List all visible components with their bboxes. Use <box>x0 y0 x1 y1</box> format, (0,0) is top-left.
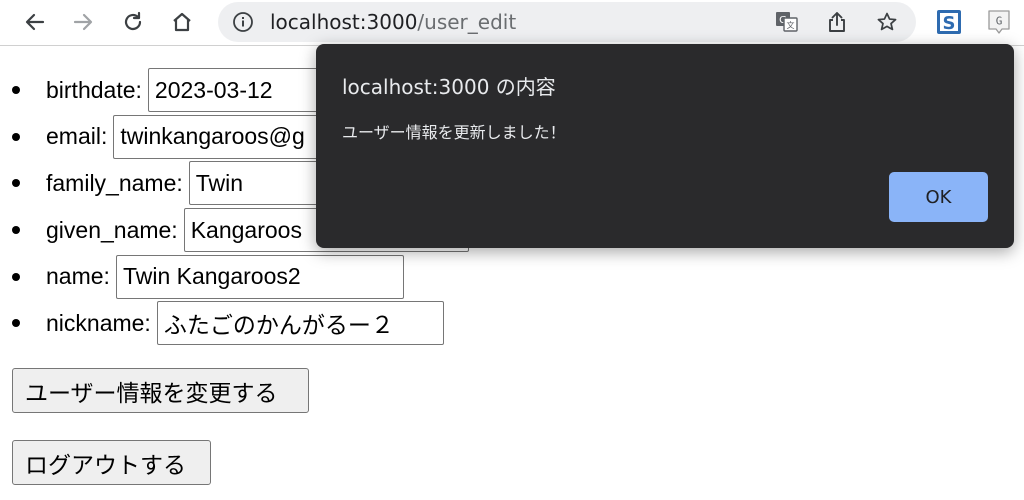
logout-button[interactable]: ログアウトする <box>12 440 211 485</box>
address-bar[interactable]: localhost:3000/user_edit G文 <box>218 2 916 42</box>
g-extension-icon[interactable]: G <box>986 9 1012 35</box>
birthdate-label: birthdate: <box>46 76 142 103</box>
share-icon[interactable] <box>824 10 850 34</box>
url-host: localhost:3000 <box>270 10 418 34</box>
given-name-label: given_name: <box>46 216 178 243</box>
nickname-label: nickname: <box>46 309 151 336</box>
email-label: email: <box>46 123 108 150</box>
svg-text:G: G <box>996 15 1003 28</box>
list-item-name: name: <box>10 253 473 300</box>
family-name-label: family_name: <box>46 169 183 196</box>
url-text[interactable]: localhost:3000/user_edit <box>270 10 516 34</box>
ok-button[interactable]: OK <box>889 172 988 222</box>
dialog-message: ユーザー情報を更新しました！ <box>342 123 566 142</box>
alert-dialog: localhost:3000 の内容 ユーザー情報を更新しました！ OK <box>316 44 1014 248</box>
s-extension-icon[interactable]: S <box>936 9 962 35</box>
reload-icon[interactable] <box>118 8 148 36</box>
url-path: /user_edit <box>417 10 517 34</box>
list-item-nickname: nickname: <box>10 300 473 347</box>
nickname-input[interactable] <box>156 301 444 346</box>
name-input[interactable] <box>115 254 404 299</box>
name-label: name: <box>46 263 110 290</box>
browser-toolbar: localhost:3000/user_edit G文 S G <box>0 0 1024 46</box>
home-icon[interactable] <box>167 8 197 36</box>
star-icon[interactable] <box>874 10 900 34</box>
dialog-title: localhost:3000 の内容 <box>342 75 556 99</box>
translate-icon[interactable]: G文 <box>774 10 800 34</box>
info-icon[interactable] <box>232 11 254 33</box>
svg-text:S: S <box>943 13 956 34</box>
svg-text:文: 文 <box>787 20 795 30</box>
back-arrow-icon[interactable] <box>20 8 50 36</box>
forward-arrow-icon[interactable] <box>68 8 98 36</box>
update-user-button[interactable]: ユーザー情報を変更する <box>12 368 309 413</box>
